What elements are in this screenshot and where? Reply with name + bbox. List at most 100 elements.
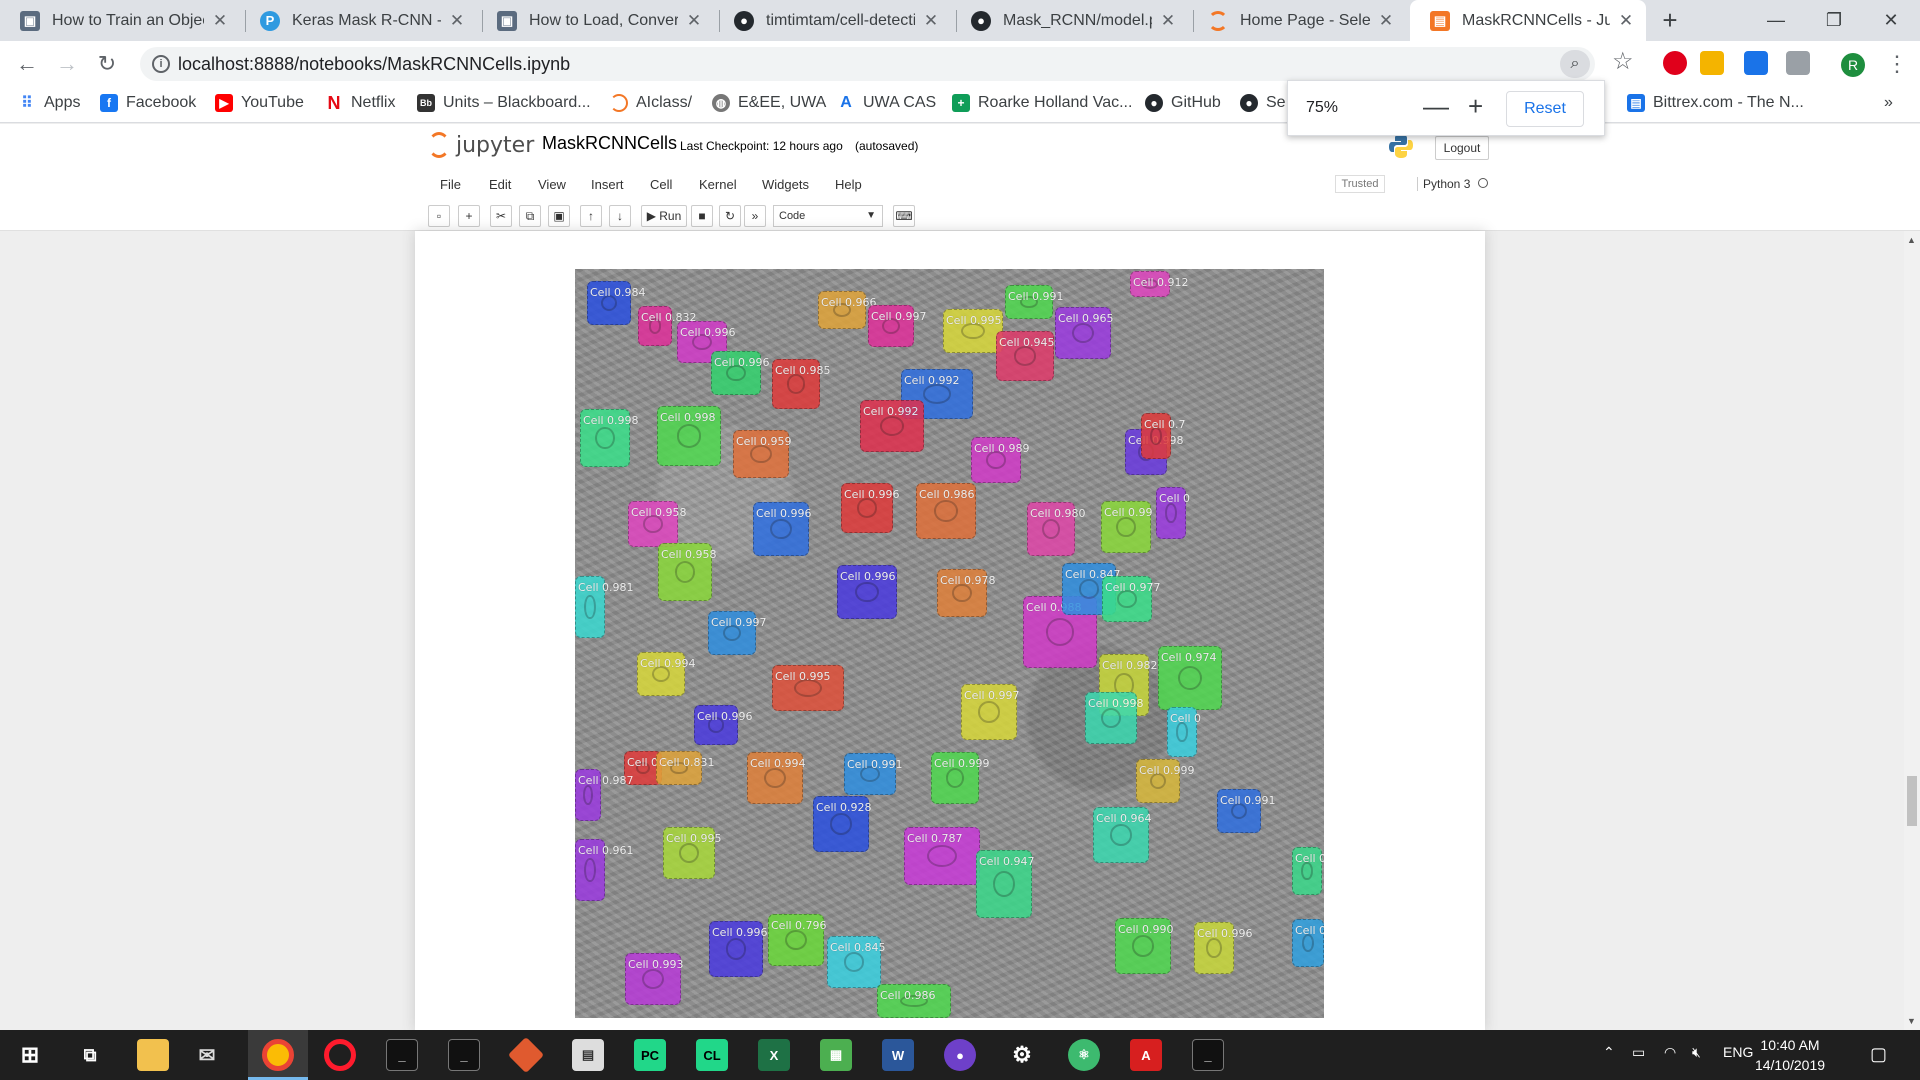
zoom-magnifier-icon[interactable]: ⌕ [1560, 50, 1590, 78]
terminal-icon[interactable]: _ [386, 1039, 418, 1071]
settings-gear-icon[interactable]: ⚙ [1006, 1039, 1038, 1071]
windows-start-icon[interactable]: ⊞ [14, 1039, 46, 1071]
copy-icon[interactable]: ⧉ [519, 205, 541, 227]
github-desktop-icon[interactable]: ● [944, 1039, 976, 1071]
bookmark-netflix[interactable]: N Netflix [325, 93, 396, 113]
zoom-reset-button[interactable]: Reset [1506, 91, 1584, 127]
close-tab-icon[interactable]: ✕ [684, 11, 704, 31]
save-icon[interactable]: ▫ [428, 205, 450, 227]
menu-widgets[interactable]: Widgets [762, 177, 809, 192]
close-tab-icon[interactable]: ✕ [447, 11, 467, 31]
menu-edit[interactable]: Edit [489, 177, 511, 192]
clion-icon[interactable]: CL [696, 1039, 728, 1071]
bookmark-apps[interactable]: ⠿ Apps [18, 94, 80, 112]
notifications-icon[interactable]: ▢ [1870, 1044, 1887, 1065]
file-explorer-icon[interactable] [137, 1039, 169, 1071]
bookmark-blackboard[interactable]: Bb Units – Blackboard... [417, 94, 591, 112]
close-tab-icon[interactable]: ✕ [1376, 11, 1396, 31]
menu-cell[interactable]: Cell [650, 177, 672, 192]
url-text[interactable]: localhost:8888/notebooks/MaskRCNNCells.i… [178, 54, 570, 75]
cell-type-select[interactable]: Code ▼ [773, 205, 883, 227]
stop-square-icon[interactable]: ■ [691, 205, 713, 227]
browser-tab-active[interactable]: ▤ MaskRCNNCells - Jupy ✕ [1410, 0, 1646, 41]
zoom-in-button[interactable]: + [1468, 91, 1483, 122]
cast-extension-icon[interactable] [1786, 51, 1810, 75]
command-palette-keyboard-icon[interactable]: ⌨ [893, 205, 915, 227]
bookmark-eee-uwa[interactable]: ◍ E&EE, UWA [712, 94, 826, 112]
scroll-down-arrow-icon[interactable]: ▼ [1907, 1016, 1916, 1026]
acrobat-icon[interactable]: A [1130, 1039, 1162, 1071]
bookmark-aiclass[interactable]: AIclass/ [610, 94, 692, 112]
opera-adblock-extension-icon[interactable] [1663, 51, 1687, 75]
excel-icon[interactable]: X [758, 1039, 790, 1071]
browser-menu-icon[interactable]: ⋮ [1886, 51, 1908, 77]
chrome-icon[interactable] [262, 1039, 294, 1071]
pycharm-icon[interactable]: PC [634, 1039, 666, 1071]
restart-icon[interactable]: ↻ [719, 205, 741, 227]
jupyter-logo[interactable]: jupyter [428, 132, 534, 158]
browser-tab[interactable]: ▣ How to Load, Convert, ✕ [477, 0, 714, 41]
logout-button[interactable]: Logout [1435, 136, 1489, 160]
opera-icon[interactable] [324, 1039, 356, 1071]
clock-time[interactable]: 10:40 AM [1750, 1037, 1830, 1053]
fast-forward-icon[interactable]: » [744, 205, 766, 227]
bookmark-github-2[interactable]: ● Se [1240, 94, 1286, 112]
bookmark-uwa-cas[interactable]: A UWA CAS [837, 94, 936, 112]
mail-icon[interactable]: ✉ [191, 1039, 223, 1071]
paste-icon[interactable]: ▣ [548, 205, 570, 227]
run-button[interactable]: ▶ Run [641, 205, 687, 227]
atom-icon[interactable]: ⚛ [1068, 1039, 1100, 1071]
bookmark-youtube[interactable]: ▶ YouTube [215, 94, 304, 112]
move-up-arrow-icon[interactable]: ↑ [580, 205, 602, 227]
move-down-arrow-icon[interactable]: ↓ [609, 205, 631, 227]
scrollbar-thumb[interactable] [1907, 776, 1917, 826]
language-indicator[interactable]: ENG [1723, 1044, 1753, 1060]
close-tab-icon[interactable]: ✕ [210, 11, 230, 31]
terminal-icon-3[interactable]: _ [1192, 1039, 1224, 1071]
menu-kernel[interactable]: Kernel [699, 177, 737, 192]
scroll-up-arrow-icon[interactable]: ▲ [1907, 235, 1916, 245]
bookmarks-overflow-chevron-icon[interactable]: » [1884, 94, 1893, 112]
address-bar[interactable]: i localhost:8888/notebooks/MaskRCNNCells… [140, 47, 1595, 81]
menu-help[interactable]: Help [835, 177, 862, 192]
bookmark-roarke[interactable]: + Roarke Holland Vac... [952, 94, 1132, 112]
battery-icon[interactable]: ▭ [1632, 1044, 1645, 1061]
document-icon[interactable]: ▤ [572, 1039, 604, 1071]
browser-tab[interactable]: ● Mask_RCNN/model.py ✕ [951, 0, 1188, 41]
menu-insert[interactable]: Insert [591, 177, 624, 192]
notebook-name[interactable]: MaskRCNNCells [542, 133, 677, 154]
word-icon[interactable]: W [882, 1039, 914, 1071]
new-tab-button[interactable]: + [1655, 5, 1685, 35]
terminal-icon-2[interactable]: _ [448, 1039, 480, 1071]
browser-tab[interactable]: P Keras Mask R-CNN - Py ✕ [240, 0, 477, 41]
close-tab-icon[interactable]: ✕ [1616, 11, 1636, 31]
bookmark-facebook[interactable]: f Facebook [100, 94, 196, 112]
trusted-indicator[interactable]: Trusted [1335, 175, 1385, 193]
zoom-out-button[interactable]: — [1423, 91, 1449, 122]
git-icon[interactable] [507, 1036, 545, 1074]
back-button[interactable]: ← [12, 49, 42, 79]
bookmark-github[interactable]: ● GitHub [1145, 94, 1221, 112]
task-view-icon[interactable]: ⧉ [74, 1039, 106, 1071]
close-window-button[interactable]: ✕ [1862, 0, 1920, 41]
bookmark-star-icon[interactable]: ☆ [1612, 47, 1634, 76]
new-extension-icon[interactable] [1744, 51, 1768, 75]
vertical-scrollbar[interactable]: ▲ ▼ [1904, 231, 1920, 1030]
profile-avatar[interactable]: R [1841, 53, 1865, 77]
wifi-icon[interactable]: ◠ [1664, 1044, 1676, 1061]
minecraft-icon[interactable]: ▦ [820, 1039, 852, 1071]
insert-cell-plus-icon[interactable]: + [458, 205, 480, 227]
minimize-window-button[interactable]: — [1747, 0, 1805, 41]
browser-tab[interactable]: ● timtimtam/cell-detectio ✕ [714, 0, 951, 41]
reload-button[interactable]: ↻ [92, 49, 122, 79]
menu-file[interactable]: File [440, 177, 461, 192]
restore-window-button[interactable]: ❐ [1805, 0, 1863, 41]
clock-date[interactable]: 14/10/2019 [1750, 1057, 1830, 1073]
close-tab-icon[interactable]: ✕ [921, 11, 941, 31]
close-tab-icon[interactable]: ✕ [1158, 11, 1178, 31]
forward-button[interactable]: → [52, 49, 82, 79]
site-info-icon[interactable]: i [152, 55, 170, 73]
bookmark-bittrex[interactable]: ▤ Bittrex.com - The N... [1627, 94, 1804, 112]
extension-icon[interactable] [1700, 51, 1724, 75]
menu-view[interactable]: View [538, 177, 566, 192]
